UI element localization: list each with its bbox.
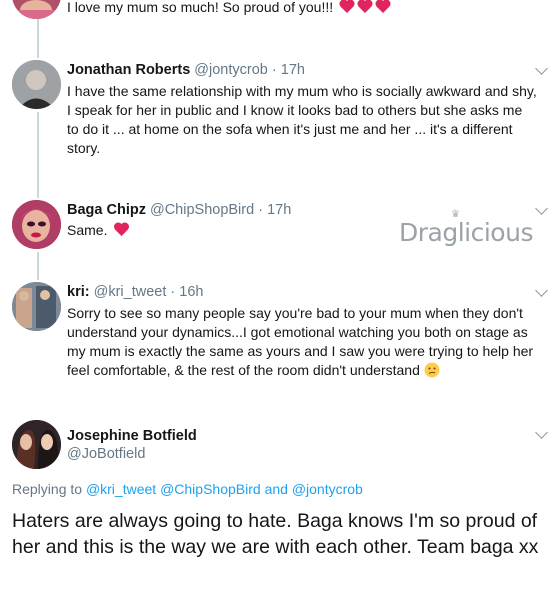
crown-icon: ♛ — [451, 209, 460, 220]
tweet-header: Josephine Botfield @JoBotfield — [67, 428, 197, 462]
timestamp[interactable]: 17h — [281, 62, 305, 78]
display-name[interactable]: Jonathan Roberts — [67, 62, 190, 78]
user-handle[interactable]: @JoBotfield — [67, 446, 197, 462]
avatar[interactable] — [12, 0, 61, 19]
user-handle[interactable]: @jontycrob — [194, 62, 268, 78]
tweet-text: I have the same relationship with my mum… — [67, 83, 537, 156]
avatar[interactable] — [12, 420, 61, 469]
timestamp[interactable]: 17h — [267, 202, 291, 218]
chevron-down-icon[interactable] — [535, 426, 548, 439]
user-handle[interactable]: @kri_tweet — [94, 284, 167, 300]
watermark-logo: ♛ Draglicious — [399, 209, 533, 247]
mention-link[interactable]: @ChipShopBird — [160, 481, 261, 497]
avatar[interactable] — [12, 282, 61, 331]
thread-line — [37, 252, 39, 280]
tweet-text: Sorry to see so many people say you're b… — [67, 304, 537, 383]
heart-emoji-icon — [113, 221, 130, 243]
replying-to: Replying to @kri_tweet @ChipShopBird and… — [12, 481, 363, 497]
mention-link[interactable]: @kri_tweet — [86, 481, 156, 497]
separator-dot: · — [258, 202, 264, 218]
avatar[interactable] — [12, 60, 61, 109]
tweet-header: kri: @kri_tweet · 16h — [67, 284, 203, 300]
heart-emoji-icon — [339, 0, 391, 20]
tweet-text: I love my mum so much! So proud of you!!… — [67, 0, 537, 20]
avatar[interactable] — [12, 200, 61, 249]
tweet-header: Jonathan Roberts @jontycrob · 17h — [67, 62, 305, 78]
timestamp[interactable]: 16h — [179, 284, 203, 300]
thread-line — [37, 112, 39, 198]
display-name[interactable]: Baga Chipz — [67, 202, 146, 218]
mention-link: and — [264, 481, 288, 497]
chevron-down-icon[interactable] — [535, 284, 548, 297]
mention-link[interactable]: @jontycrob — [292, 481, 363, 497]
separator-dot: · — [170, 284, 176, 300]
separator-dot: · — [271, 62, 277, 78]
tweet-text: Haters are always going to hate. Baga kn… — [12, 510, 539, 558]
tweet-header: Baga Chipz @ChipShopBird · 17h — [67, 202, 291, 218]
chevron-down-icon[interactable] — [535, 202, 548, 215]
display-name[interactable]: Josephine Botfield — [67, 428, 197, 444]
chevron-down-icon[interactable] — [535, 62, 548, 75]
display-name[interactable]: kri: — [67, 284, 90, 300]
confused-face-emoji-icon — [424, 362, 440, 383]
user-handle[interactable]: @ChipShopBird — [150, 202, 254, 218]
